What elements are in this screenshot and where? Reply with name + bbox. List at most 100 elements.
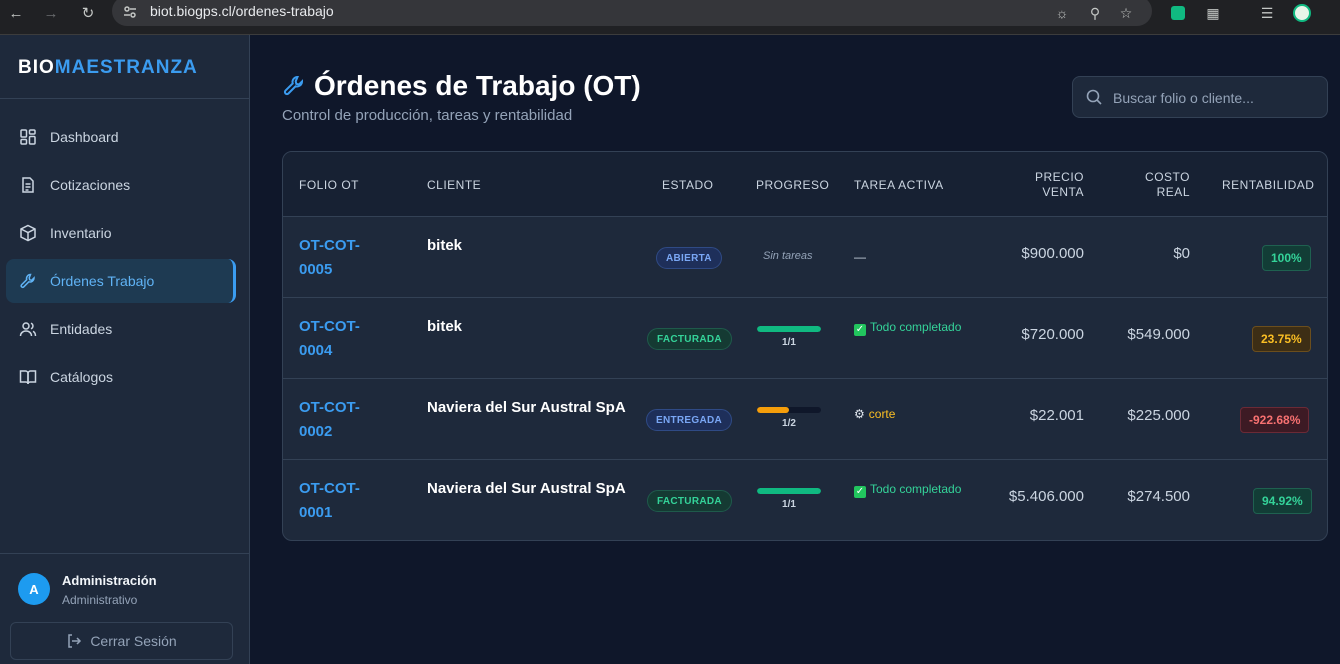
sidebar-item-label: Dashboard: [50, 129, 119, 145]
column-header-precio-venta[interactable]: PRECIO VENTA: [1023, 170, 1084, 200]
column-header-line: REAL: [1156, 185, 1190, 199]
folio-text: 0002: [299, 423, 333, 440]
folio-text: OT-COT-: [299, 399, 360, 416]
cliente-name: Naviera del Sur Austral SpA: [427, 480, 626, 497]
browser-toolbar: ← → ↻ biot.biogps.cl/ordenes-trabajo ☼ ⚲…: [0, 0, 1340, 35]
key-icon[interactable]: ⚲: [1084, 2, 1106, 24]
folio-text: OT-COT-: [299, 237, 360, 254]
brand-text-bio: BIO: [18, 57, 55, 78]
sidebar-item-entidades[interactable]: Entidades: [6, 307, 236, 351]
sidebar-item-dashboard[interactable]: Dashboard: [6, 115, 236, 159]
page-subtitle: Control de producción, tareas y rentabil…: [282, 107, 573, 124]
sidebar-item-inventario[interactable]: Inventario: [6, 211, 236, 255]
folio-link[interactable]: OT-COT- 0002: [299, 396, 389, 444]
column-header-line: VENTA: [1042, 185, 1084, 199]
brand-text-maestranza: MAESTRANZA: [54, 57, 198, 78]
sale-price: $22.001: [1029, 407, 1084, 424]
sidebar-item-label: Catálogos: [50, 369, 114, 385]
active-task: ✓ Todo completado: [854, 477, 964, 501]
column-header-folio[interactable]: FOLIO OT: [299, 178, 359, 193]
avatar: A: [18, 573, 50, 605]
cliente-name: Naviera del Sur Austral SpA: [427, 399, 626, 416]
box-icon: [18, 223, 38, 243]
column-header-rentabilidad[interactable]: RENTABILIDAD: [1222, 178, 1314, 193]
column-header-progreso[interactable]: PROGRESO: [756, 178, 829, 193]
column-header-line: PRECIO: [1034, 170, 1084, 184]
ot-table: FOLIO OT CLIENTE ESTADO PROGRESO TAREA A…: [282, 151, 1328, 541]
forward-arrow-icon[interactable]: →: [40, 2, 62, 24]
divider: [0, 98, 249, 99]
column-header-costo-real[interactable]: COSTO REAL: [1130, 170, 1190, 200]
progress-fill: [757, 488, 821, 494]
real-cost: $0: [1173, 245, 1190, 262]
real-cost: $274.500: [1127, 488, 1190, 505]
sale-price: $900.000: [1021, 245, 1084, 262]
progress: 1/2: [757, 407, 821, 429]
status-badge: FACTURADA: [647, 328, 732, 350]
gear-icon: ⚙: [854, 407, 865, 421]
profitability-badge: 23.75%: [1252, 326, 1311, 352]
brand-logo[interactable]: BIOMAESTRANZA: [18, 57, 198, 79]
folio-link[interactable]: OT-COT- 0001: [299, 477, 389, 525]
user-name: Administración: [62, 573, 157, 588]
progress-track: [757, 407, 821, 413]
real-cost: $225.000: [1127, 407, 1190, 424]
sidebar-item-catalogos[interactable]: Catálogos: [6, 355, 236, 399]
table-row[interactable]: OT-COT- 0004 bitek FACTURADA 1/1 ✓ Todo co…: [283, 298, 1327, 379]
logout-label: Cerrar Sesión: [90, 633, 177, 649]
sidebar-item-ordenes-trabajo[interactable]: Órdenes Trabajo: [6, 259, 236, 303]
active-task: —: [854, 250, 866, 264]
progress-fill: [757, 326, 821, 332]
profitability-badge: 100%: [1262, 245, 1311, 271]
check-icon: ✓: [854, 486, 866, 498]
progress-empty-text: Sin tareas: [763, 250, 813, 262]
table-row[interactable]: OT-COT- 0005 bitek ABIERTA Sin tareas — $…: [283, 217, 1327, 298]
active-task-text: Todo completado: [870, 482, 962, 496]
column-header-tarea-activa[interactable]: TAREA ACTIVA: [854, 178, 944, 193]
column-header-estado[interactable]: ESTADO: [662, 178, 713, 193]
bookmark-star-icon[interactable]: ☆: [1115, 2, 1137, 24]
progress-fill: [757, 407, 789, 413]
sidebar-item-label: Entidades: [50, 321, 113, 337]
cliente-name: bitek: [427, 318, 463, 335]
folio-link[interactable]: OT-COT- 0004: [299, 315, 389, 363]
folio-text: 0004: [299, 342, 333, 359]
active-task-text: Todo completado: [870, 320, 962, 334]
status-badge: ABIERTA: [656, 247, 722, 269]
address-bar[interactable]: biot.biogps.cl/ordenes-trabajo: [112, 0, 1152, 26]
url-text: biot.biogps.cl/ordenes-trabajo: [150, 3, 334, 19]
document-icon: [18, 175, 38, 195]
active-task: ⚙ corte: [854, 407, 964, 421]
folio-text: 0005: [299, 261, 333, 278]
progress-label: 1/2: [782, 418, 796, 429]
sidebar-item-label: Inventario: [50, 225, 112, 241]
column-header-cliente[interactable]: CLIENTE: [427, 178, 481, 193]
search-box[interactable]: [1072, 76, 1328, 118]
wrench-icon: [18, 271, 38, 291]
profile-icon[interactable]: [1291, 2, 1313, 24]
folio-link[interactable]: OT-COT- 0005: [299, 234, 389, 282]
sidebar-item-cotizaciones[interactable]: Cotizaciones: [6, 163, 236, 207]
site-settings-icon[interactable]: [122, 4, 138, 20]
progress: 1/1: [757, 488, 821, 510]
extension-badge-icon[interactable]: [1167, 2, 1189, 24]
user-role: Administrativo: [62, 593, 138, 607]
users-icon: [18, 319, 38, 339]
translate-icon[interactable]: ☼: [1051, 2, 1073, 24]
back-arrow-icon[interactable]: ←: [5, 2, 27, 24]
table-row[interactable]: OT-COT- 0001 Naviera del Sur Austral SpA …: [283, 460, 1327, 540]
profitability-badge: -922.68%: [1240, 407, 1310, 433]
dashboard-icon: [18, 127, 38, 147]
logout-button[interactable]: Cerrar Sesión: [10, 622, 233, 660]
reload-icon[interactable]: ↻: [77, 2, 99, 24]
extensions-puzzle-icon[interactable]: ▦: [1202, 2, 1224, 24]
media-control-icon[interactable]: ☰: [1256, 2, 1278, 24]
sidebar: BIOMAESTRANZA Dashboard Cotizaciones Inv…: [0, 35, 250, 664]
page-title: Órdenes de Trabajo (OT): [314, 70, 641, 101]
table-row[interactable]: OT-COT- 0002 Naviera del Sur Austral SpA …: [283, 379, 1327, 460]
active-task-text: corte: [868, 407, 896, 421]
folio-text: 0001: [299, 504, 333, 521]
search-input[interactable]: [1113, 87, 1318, 109]
column-header-line: COSTO: [1145, 170, 1190, 184]
progress: 1/1: [757, 326, 821, 348]
